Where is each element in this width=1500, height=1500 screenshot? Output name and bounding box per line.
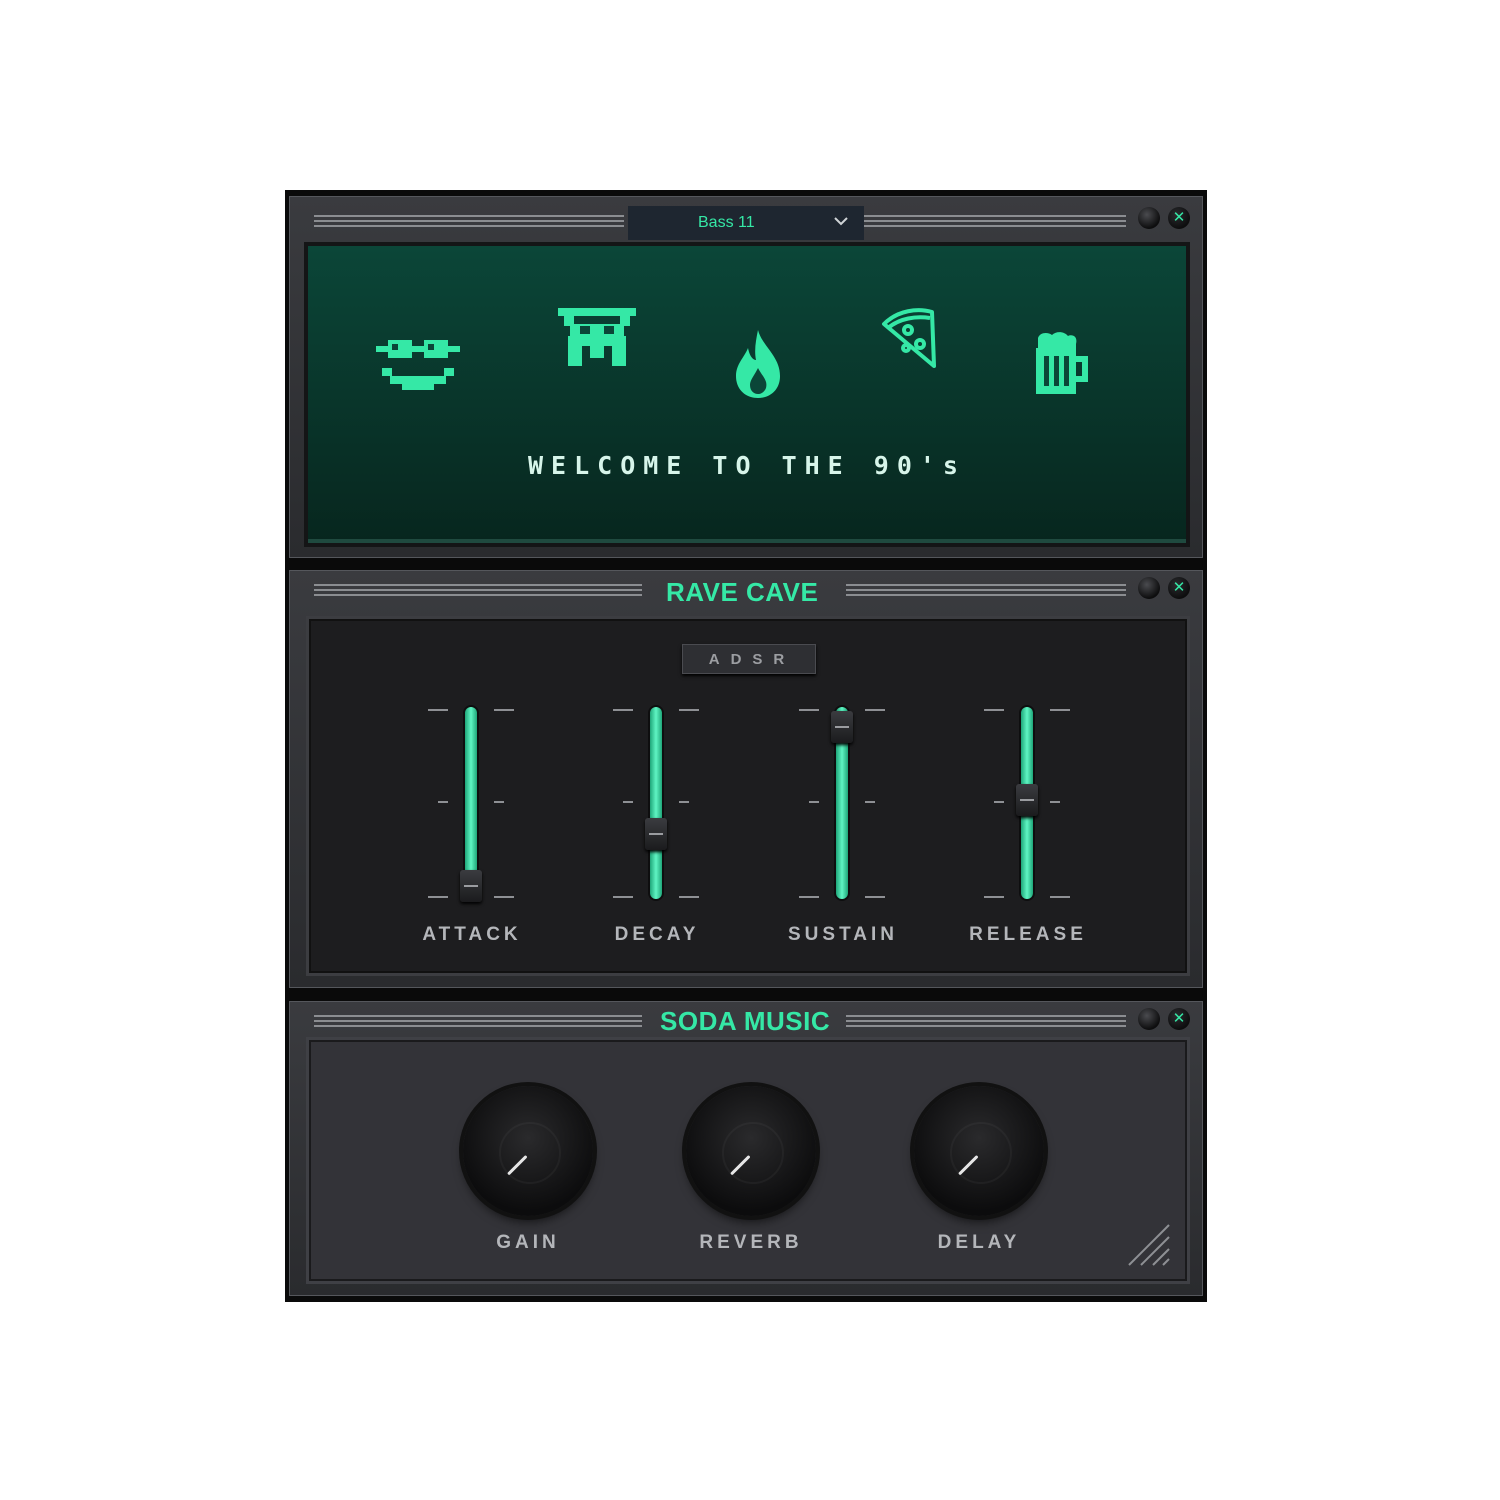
fader-tick (799, 709, 819, 711)
pizza-slice-icon (878, 306, 940, 370)
fader-tick (799, 896, 819, 898)
close-button[interactable]: ✕ (1168, 207, 1190, 229)
beer-mug-icon (1032, 332, 1090, 396)
title-grooves-right (846, 1015, 1126, 1027)
fader-fill (650, 707, 662, 899)
close-button[interactable]: ✕ (1168, 1008, 1190, 1030)
fader-tick (984, 896, 1004, 898)
fader-tick (623, 801, 633, 803)
attack-label: ATTACK (377, 924, 567, 946)
fader-tick (984, 709, 1004, 711)
retro-screen: WELCOME TO THE 90's (304, 242, 1190, 547)
minimize-button[interactable] (1138, 577, 1160, 599)
delay-label: DELAY (879, 1232, 1079, 1254)
release-fader[interactable] (978, 697, 1078, 927)
fader-tick (494, 801, 504, 803)
attack-fader[interactable] (422, 697, 522, 927)
preset-label: Bass 11 (698, 214, 755, 232)
resize-grip-icon[interactable] (1125, 1221, 1173, 1269)
welcome-text: WELCOME TO THE 90's (308, 451, 1186, 480)
fader-tick (865, 709, 885, 711)
sunglasses-smiley-icon (376, 336, 460, 392)
fader-tick (428, 709, 448, 711)
sustain-label: SUSTAIN (748, 924, 938, 946)
chevron-down-icon (834, 214, 848, 228)
effects-titlebar[interactable]: SODA MUSIC ✕ (290, 1002, 1202, 1042)
fader-tick (865, 801, 875, 803)
envelope-titlebar[interactable]: RAVE CAVE ✕ (290, 571, 1202, 611)
close-icon: ✕ (1173, 1010, 1186, 1027)
fader-tick (494, 896, 514, 898)
title-grooves-right (864, 215, 1126, 227)
close-icon: ✕ (1173, 579, 1186, 596)
fader-tick (494, 709, 514, 711)
fader-tick (809, 801, 819, 803)
title-grooves-left (314, 1015, 642, 1027)
delay-knob[interactable] (914, 1086, 1044, 1216)
fader-thumb[interactable] (460, 870, 482, 902)
display-panel: Bass 11 ✕ (289, 196, 1203, 558)
minimize-button[interactable] (1138, 1008, 1160, 1030)
close-button[interactable]: ✕ (1168, 577, 1190, 599)
close-icon: ✕ (1173, 209, 1186, 226)
gain-knob[interactable] (463, 1086, 593, 1216)
display-titlebar[interactable]: Bass 11 ✕ (290, 197, 1202, 237)
fader-thumb[interactable] (831, 711, 853, 743)
fader-tick (994, 801, 1004, 803)
plugin-window: Bass 11 ✕ (285, 190, 1207, 1302)
knob-pointer (730, 1155, 751, 1176)
adsr-mode-button[interactable]: ADSR (682, 644, 816, 674)
adsr-area: ADSR ATTACK DECAY SUSTAIN RELEASE (306, 616, 1190, 976)
knob-pointer (958, 1155, 979, 1176)
fader-tick (1050, 709, 1070, 711)
title-grooves-right (846, 584, 1126, 596)
fader-tick (679, 709, 699, 711)
reverb-knob[interactable] (686, 1086, 816, 1216)
gain-label: GAIN (428, 1232, 628, 1254)
title-grooves-left (314, 215, 624, 227)
fader-tick (1050, 896, 1070, 898)
space-invader-icon (558, 308, 636, 368)
fader-tick (438, 801, 448, 803)
fader-thumb[interactable] (645, 818, 667, 850)
reverb-label: REVERB (651, 1232, 851, 1254)
title-grooves-left (314, 584, 642, 596)
effects-panel-title: SODA MUSIC (660, 1006, 830, 1037)
fader-thumb[interactable] (1016, 784, 1038, 816)
fader-tick (613, 896, 633, 898)
decay-label: DECAY (562, 924, 752, 946)
decay-fader[interactable] (607, 697, 707, 927)
fader-tick (428, 896, 448, 898)
envelope-panel-title: RAVE CAVE (666, 577, 818, 608)
fader-tick (1050, 801, 1060, 803)
flame-icon (732, 328, 784, 400)
minimize-button[interactable] (1138, 207, 1160, 229)
effects-area: GAIN REVERB DELAY (306, 1037, 1190, 1284)
knob-pointer (507, 1155, 528, 1176)
fader-tick (679, 801, 689, 803)
release-label: RELEASE (933, 924, 1123, 946)
fader-tick (865, 896, 885, 898)
sustain-fader[interactable] (793, 697, 893, 927)
preset-dropdown[interactable]: Bass 11 (628, 206, 864, 240)
envelope-panel: RAVE CAVE ✕ ADSR ATTACK DECAY SUSTAIN RE… (289, 570, 1203, 988)
fader-tick (613, 709, 633, 711)
fader-tick (679, 896, 699, 898)
effects-panel: SODA MUSIC ✕ GAIN REVERB DELAY (289, 1001, 1203, 1296)
